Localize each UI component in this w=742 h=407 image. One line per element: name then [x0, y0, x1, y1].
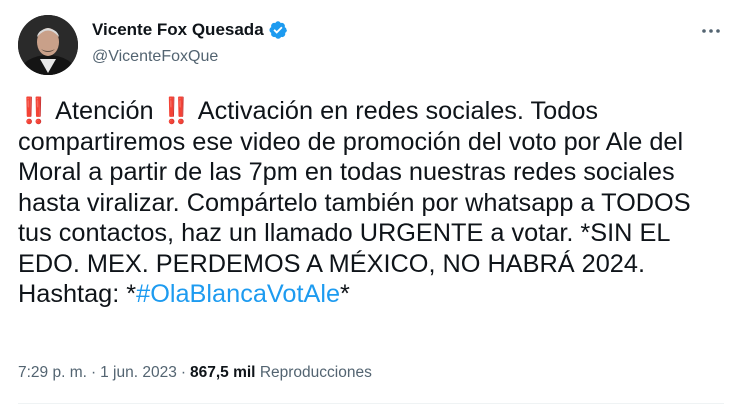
- profile-photo-icon: [18, 15, 78, 75]
- verified-badge-icon: [268, 20, 288, 40]
- more-dots-icon: [702, 29, 720, 33]
- tweet-text-segment: Activación en redes sociales. Todos comp…: [18, 97, 691, 308]
- double-exclamation-emoji-icon: ‼️: [160, 97, 192, 125]
- author-handle[interactable]: @VicenteFoxQue: [92, 48, 218, 66]
- views-count: 867,5 mil: [190, 364, 256, 381]
- meta-separator: ·: [180, 364, 186, 381]
- tweet-meta: 7:29 p. m. · 1 jun. 2023 · 867,5 mil Reprodu…: [18, 364, 372, 382]
- views-label: Reproducciones: [259, 364, 372, 381]
- divider: [18, 403, 724, 404]
- author-name-row: Vicente Fox Quesada: [92, 20, 288, 40]
- more-options-button[interactable]: [698, 18, 724, 44]
- double-exclamation-emoji-icon: ‼️: [18, 97, 49, 125]
- author-display-name[interactable]: Vicente Fox Quesada: [92, 20, 264, 40]
- meta-separator: ·: [90, 364, 97, 381]
- tweet-time[interactable]: 7:29 p. m.: [18, 364, 87, 381]
- avatar[interactable]: [18, 15, 78, 75]
- hashtag-link[interactable]: #OlaBlancaVotAle: [136, 280, 340, 308]
- tweet-text: ‼️ Atención ‼️ Activación en redes socia…: [18, 96, 728, 310]
- tweet-text-segment: *: [340, 280, 350, 308]
- tweet-text-segment: Atención: [49, 97, 161, 125]
- tweet-date[interactable]: 1 jun. 2023: [100, 364, 177, 381]
